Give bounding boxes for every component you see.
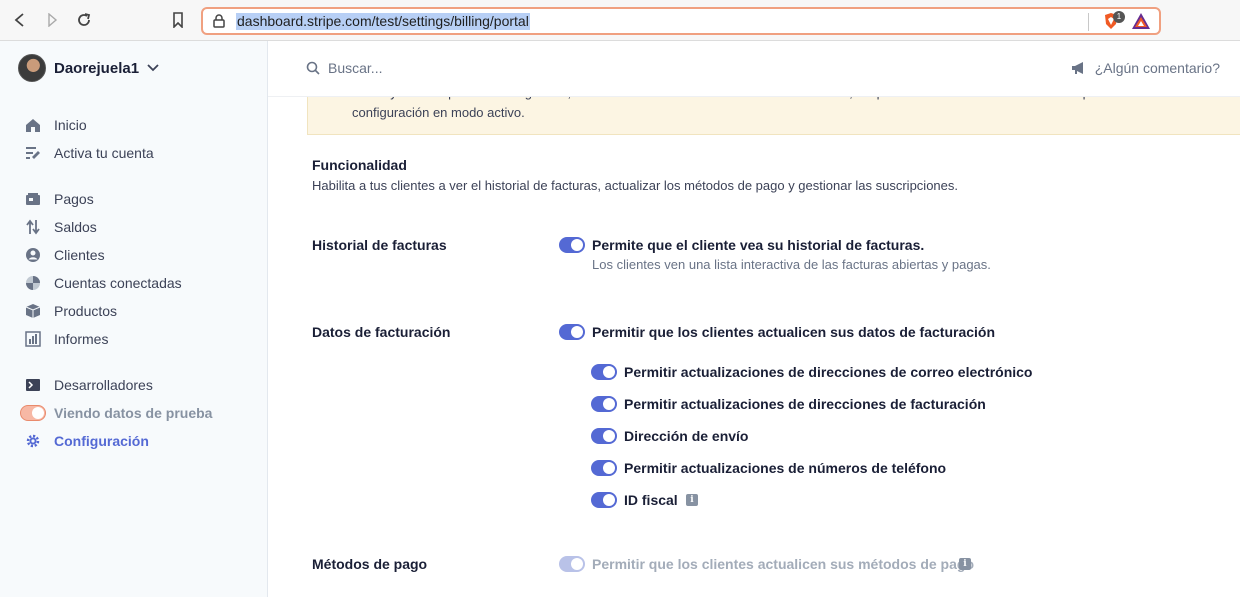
search-placeholder: Buscar... bbox=[328, 60, 383, 76]
sidebar-item-saldos[interactable]: Saldos bbox=[24, 217, 97, 237]
address-bar[interactable]: dashboard.stripe.com/test/settings/billi… bbox=[201, 7, 1161, 35]
search-icon bbox=[306, 61, 320, 75]
sidebar: Daorejuela1 Inicio Activa tu cuenta Pago… bbox=[0, 41, 268, 597]
shield-count-badge: 1 bbox=[1113, 11, 1125, 23]
invoice-history-sub: Los clientes ven una lista interactiva d… bbox=[592, 257, 991, 272]
sidebar-item-pagos[interactable]: Pagos bbox=[24, 189, 94, 209]
billing-data-toggle[interactable] bbox=[559, 324, 585, 340]
invoice-history-option: Permite que el cliente vea su historial … bbox=[592, 237, 925, 253]
sidebar-item-label: Inicio bbox=[54, 117, 87, 133]
sidebar-item-label: Desarrolladores bbox=[54, 377, 153, 393]
banner-text: configuración en modo activo. bbox=[352, 105, 525, 120]
invoice-history-toggle[interactable] bbox=[559, 237, 585, 253]
home-icon bbox=[24, 116, 42, 134]
browser-toolbar: dashboard.stripe.com/test/settings/billi… bbox=[0, 0, 1240, 41]
tax-id-toggle[interactable] bbox=[591, 492, 617, 508]
reports-icon bbox=[24, 330, 42, 348]
megaphone-icon bbox=[1071, 62, 1083, 74]
invoice-history-label: Historial de facturas bbox=[312, 237, 447, 253]
lock-icon bbox=[213, 14, 225, 28]
account-switcher[interactable]: Daorejuela1 bbox=[18, 54, 159, 82]
sidebar-item-configuracion[interactable]: Configuración bbox=[24, 431, 149, 451]
bat-rewards-icon[interactable] bbox=[1131, 12, 1151, 30]
test-mode-toggle[interactable] bbox=[20, 405, 46, 421]
feedback-label: ¿Algún comentario? bbox=[1094, 60, 1220, 76]
sidebar-item-inicio[interactable]: Inicio bbox=[24, 115, 87, 135]
sidebar-item-cuentas-conectadas[interactable]: Cuentas conectadas bbox=[24, 273, 182, 293]
bookmark-icon[interactable] bbox=[168, 10, 188, 30]
sidebar-item-activa[interactable]: Activa tu cuenta bbox=[24, 143, 154, 163]
info-icon[interactable]: i bbox=[959, 558, 971, 570]
payment-methods-label: Métodos de pago bbox=[312, 556, 428, 572]
search-input[interactable]: Buscar... bbox=[306, 60, 382, 76]
billing-data-option: Permitir que los clientes actualicen sus… bbox=[592, 324, 996, 340]
section-description: Habilita a tus clientes a ver el histori… bbox=[312, 178, 958, 193]
back-icon[interactable] bbox=[10, 10, 30, 30]
sidebar-item-label: Viendo datos de prueba bbox=[54, 405, 213, 421]
url-text[interactable]: dashboard.stripe.com/test/settings/billi… bbox=[236, 13, 530, 30]
sidebar-item-test-mode[interactable]: Viendo datos de prueba bbox=[20, 403, 213, 423]
sidebar-item-desarrolladores[interactable]: Desarrolladores bbox=[24, 375, 153, 395]
sidebar-item-label: Clientes bbox=[54, 247, 105, 263]
customers-icon bbox=[24, 246, 42, 264]
section-title: Funcionalidad bbox=[312, 157, 407, 173]
connected-accounts-icon bbox=[24, 274, 42, 292]
payment-methods-toggle[interactable] bbox=[559, 556, 585, 572]
phone-update-toggle[interactable] bbox=[591, 460, 617, 476]
shipping-address-option: Dirección de envío bbox=[624, 428, 749, 444]
forward-icon[interactable] bbox=[42, 10, 62, 30]
info-icon[interactable]: i bbox=[686, 494, 698, 506]
email-update-option: Permitir actualizaciones de direcciones … bbox=[624, 364, 1033, 380]
shipping-address-toggle[interactable] bbox=[591, 428, 617, 444]
sidebar-item-clientes[interactable]: Clientes bbox=[24, 245, 105, 265]
phone-update-option: Permitir actualizaciones de números de t… bbox=[624, 460, 947, 476]
sidebar-item-label: Pagos bbox=[54, 191, 94, 207]
sidebar-item-label: Activa tu cuenta bbox=[54, 145, 154, 161]
feedback-button[interactable]: ¿Algún comentario? bbox=[1071, 60, 1220, 76]
payments-icon bbox=[24, 190, 42, 208]
billing-data-label: Datos de facturación bbox=[312, 324, 451, 340]
balances-icon bbox=[24, 218, 42, 236]
sidebar-item-label: Productos bbox=[54, 303, 118, 319]
payment-methods-option: Permitir que los clientes actualicen sus… bbox=[592, 556, 974, 572]
divider bbox=[1088, 13, 1089, 31]
reload-icon[interactable] bbox=[74, 10, 94, 30]
activate-icon bbox=[24, 144, 42, 162]
sidebar-item-productos[interactable]: Productos bbox=[24, 301, 117, 321]
sidebar-item-label: Saldos bbox=[54, 219, 97, 235]
account-name: Daorejuela1 bbox=[54, 59, 140, 77]
terminal-icon bbox=[24, 376, 42, 394]
sidebar-item-label: Configuración bbox=[54, 433, 149, 449]
sidebar-item-informes[interactable]: Informes bbox=[24, 329, 108, 349]
products-icon bbox=[24, 302, 42, 320]
chevron-down-icon bbox=[147, 64, 159, 72]
tax-id-option: ID fiscal bbox=[624, 492, 678, 508]
top-bar: Buscar... ¿Algún comentario? bbox=[268, 41, 1240, 97]
email-update-toggle[interactable] bbox=[591, 364, 617, 380]
sidebar-item-label: Informes bbox=[54, 331, 109, 347]
sidebar-item-label: Cuentas conectadas bbox=[54, 275, 182, 291]
avatar bbox=[18, 54, 46, 82]
billing-address-option: Permitir actualizaciones de direcciones … bbox=[624, 396, 986, 412]
main-content: Buscar... ¿Algún comentario? Para ayudar… bbox=[268, 41, 1240, 597]
gear-icon bbox=[24, 432, 42, 450]
billing-address-toggle[interactable] bbox=[591, 396, 617, 412]
